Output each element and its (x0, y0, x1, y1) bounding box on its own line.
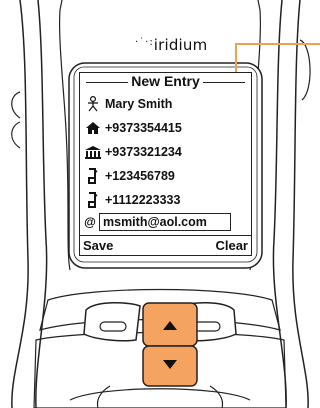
entry-text: +9373354415 (105, 121, 182, 135)
entry-text: +1112223333 (105, 193, 181, 207)
office-phone-icon (83, 143, 103, 161)
minus-icon (193, 321, 221, 332)
phone-screen: New Entry Mary Smith +9373354415 +937332… (79, 72, 252, 256)
brand-name: iridium (153, 36, 208, 54)
minus-icon (99, 321, 127, 332)
email-icon: @ (84, 215, 96, 229)
mobile-phone-icon (83, 167, 103, 185)
entry-name[interactable]: Mary Smith (80, 93, 172, 115)
save-softkey-label[interactable]: Save (83, 238, 113, 253)
home-phone-icon (83, 119, 103, 137)
brand-logo: ·˙·:iridium (135, 36, 207, 54)
screen-title: New Entry (128, 73, 203, 89)
entry-mobile-2[interactable]: +1112223333 (80, 189, 180, 211)
entry-text: +9373321234 (105, 145, 182, 159)
entry-email[interactable]: @ msmith@aol.com (80, 211, 231, 233)
logo-dots: ·˙·: (135, 37, 154, 48)
softkey-bar: Save Clear (80, 235, 251, 255)
entry-home-phone[interactable]: +9373354415 (80, 117, 182, 139)
entry-mobile-1[interactable]: +123456789 (80, 165, 175, 187)
mobile-phone-icon (83, 191, 103, 209)
entry-text: +123456789 (105, 169, 175, 183)
clear-softkey-label[interactable]: Clear (215, 238, 248, 253)
entry-text: Mary Smith (105, 97, 173, 111)
email-field[interactable]: msmith@aol.com (99, 213, 231, 231)
person-icon (83, 95, 103, 113)
title-rule: New Entry (86, 73, 245, 89)
entry-office-phone[interactable]: +9373321234 (80, 141, 182, 163)
